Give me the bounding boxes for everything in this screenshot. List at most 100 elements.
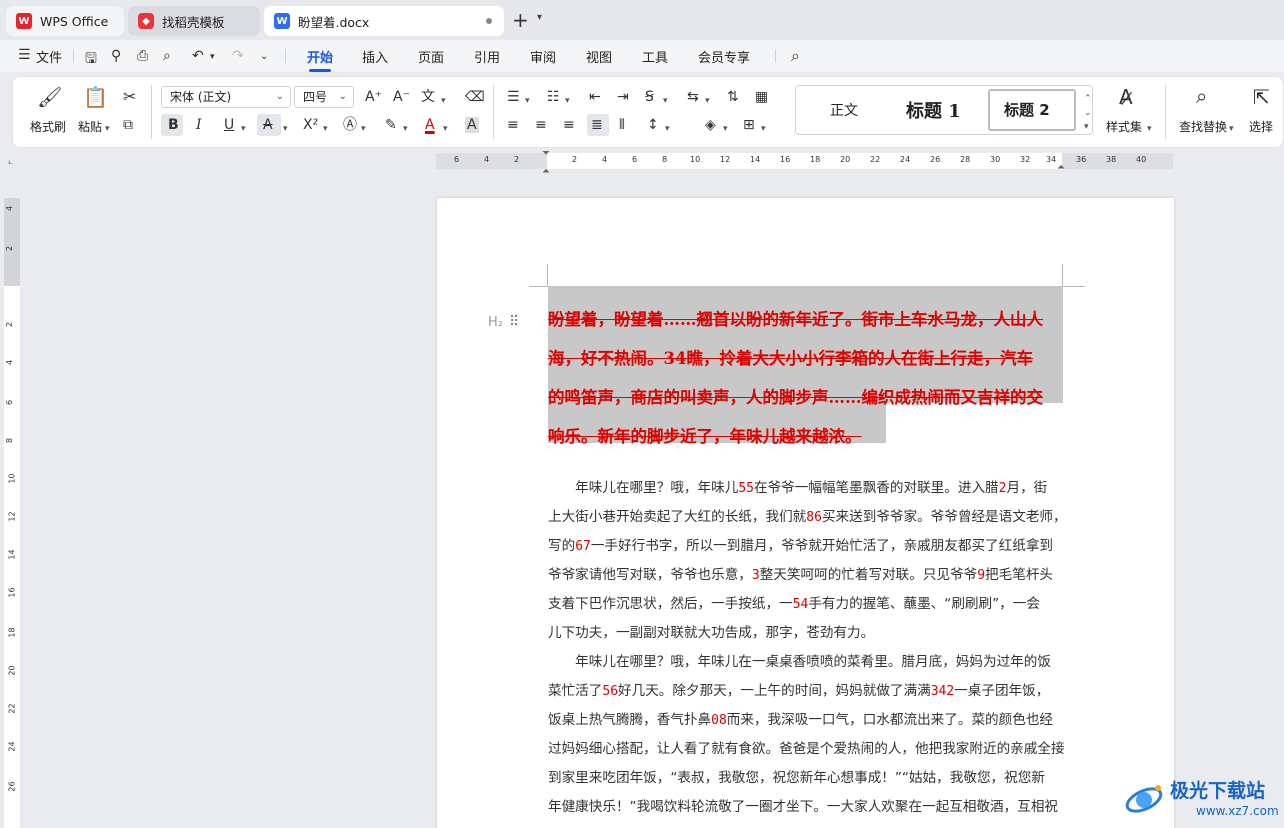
numbered-list-icon[interactable]: ☷ — [547, 89, 560, 105]
numbered-chevron-icon[interactable]: ▾ — [565, 93, 570, 109]
style-expand-icon[interactable]: ▾ — [1084, 119, 1089, 135]
save-icon[interactable]: 🖫 — [85, 48, 97, 72]
paste-chevron-icon[interactable]: ▾ — [105, 121, 110, 137]
highlight-chevron-icon[interactable]: ▾ — [403, 121, 408, 137]
more-chevron-icon[interactable]: ⌄ — [260, 51, 268, 62]
style-set-chevron-icon[interactable]: ▾ — [1147, 121, 1152, 137]
convert-icon[interactable]: ⇆ — [687, 89, 699, 105]
underline-button[interactable]: U — [224, 117, 234, 133]
shrink-font-icon[interactable]: A⁻ — [393, 89, 410, 105]
print-preview-icon[interactable]: ⌕ — [163, 48, 171, 64]
link-icon[interactable]: ⚲ — [111, 48, 121, 64]
align-center-icon[interactable]: ≡ — [535, 117, 547, 133]
wps-logo-icon: W — [16, 13, 32, 29]
undo-chevron-icon[interactable]: ▾ — [210, 52, 215, 62]
ruler-corner-icon[interactable]: ⌞ — [8, 156, 12, 166]
format-painter-button[interactable]: 格式刷 — [30, 118, 66, 135]
find-icon[interactable]: ⌕ — [1196, 84, 1207, 108]
left-indent-marker-icon[interactable]: ⏶ — [542, 166, 550, 177]
align-right-icon[interactable]: ≡ — [563, 117, 575, 133]
phonetic-icon[interactable]: 文 — [421, 89, 435, 105]
style-heading1[interactable]: 标题 1 — [906, 97, 961, 123]
paste-button[interactable]: 粘贴 — [78, 118, 102, 135]
menu-review[interactable]: 审阅 — [530, 47, 556, 66]
style-normal[interactable]: 正文 — [830, 100, 858, 120]
print-icon[interactable]: ⎙ — [137, 48, 148, 64]
text-run: 过妈妈细心搭配，让人看了就有食欲。爸爸是个爱热闹的人，他把我家附近的亲戚全接 — [548, 741, 1065, 757]
distribute-icon[interactable]: ⫴ — [619, 117, 625, 133]
menu-tools[interactable]: 工具 — [642, 47, 668, 66]
find-chevron-icon[interactable]: ▾ — [1229, 121, 1234, 137]
underline-chevron-icon[interactable]: ▾ — [241, 121, 246, 137]
redo-icon[interactable]: ↷ — [232, 48, 244, 64]
shading-icon[interactable]: ◈ — [705, 117, 716, 133]
style-set-button[interactable]: 样式集 — [1106, 118, 1142, 135]
line-spacing-chevron-icon[interactable]: ▾ — [665, 121, 670, 137]
font-color-icon[interactable]: A — [425, 117, 435, 133]
tab-document[interactable]: W 盼望着.docx — [264, 6, 504, 36]
font-color-chevron-icon[interactable]: ▾ — [443, 121, 448, 137]
undo-icon[interactable]: ↶ — [192, 48, 204, 64]
increase-indent-icon[interactable]: ⇥ — [617, 89, 629, 105]
paste-icon[interactable]: 📋 — [83, 85, 108, 109]
justify-icon[interactable]: ≣ — [591, 117, 603, 133]
menu-insert[interactable]: 插入 — [362, 47, 388, 66]
style-set-icon[interactable]: A̷ — [1119, 85, 1133, 109]
hamburger-icon[interactable]: ☰ — [18, 47, 31, 63]
sort-icon[interactable]: ⇅ — [727, 89, 739, 105]
select-button[interactable]: 选择 — [1249, 118, 1273, 135]
bullet-list-icon[interactable]: ☰ — [507, 89, 520, 105]
border-icon[interactable]: ⊞ — [743, 117, 755, 133]
border-chevron-icon[interactable]: ▾ — [761, 121, 766, 137]
copy-icon[interactable]: ⧉ — [123, 117, 133, 133]
first-line-indent-marker-icon[interactable]: ⏷ — [542, 148, 550, 159]
italic-button[interactable]: I — [196, 117, 202, 133]
document-page[interactable]: H₂ ⠿ 盼望着，盼望着……翘首以盼的新年近了。街市上车水马龙，人山人 海，好不… — [437, 198, 1174, 828]
superscript-button[interactable]: X² — [303, 117, 318, 133]
strikethrough-button[interactable]: A — [263, 117, 273, 133]
cut-icon[interactable]: ✂ — [123, 89, 136, 105]
menu-member[interactable]: 会员专享 — [698, 47, 750, 66]
menu-home[interactable]: 开始 — [307, 47, 333, 72]
tab-wps-office[interactable]: W WPS Office — [6, 6, 124, 36]
line-spacing-icon[interactable]: ↕ — [647, 117, 659, 133]
grow-font-icon[interactable]: A⁺ — [365, 89, 382, 105]
align-left-icon[interactable]: ≡ — [507, 117, 519, 133]
shading-chevron-icon[interactable]: ▾ — [723, 121, 728, 137]
text-direction-chevron-icon[interactable]: ▾ — [663, 93, 668, 109]
font-size-select[interactable]: 四号 ⌄ — [294, 86, 354, 108]
menu-view[interactable]: 视图 — [586, 47, 612, 66]
search-icon[interactable]: ⌕ — [791, 46, 800, 66]
convert-chevron-icon[interactable]: ▾ — [705, 93, 710, 109]
text-direction-icon[interactable]: Ꞩ — [645, 89, 654, 105]
strike-chevron-icon[interactable]: ▾ — [283, 121, 288, 137]
highlight-icon[interactable]: ✎ — [385, 117, 397, 133]
unsaved-dot-icon[interactable] — [486, 18, 492, 24]
find-replace-button[interactable]: 查找替换 — [1179, 118, 1227, 135]
phonetic-chevron-icon[interactable]: ▾ — [441, 93, 446, 109]
new-tab-button[interactable]: + — [512, 10, 529, 30]
style-heading2-selected[interactable]: 标题 2 — [988, 89, 1076, 131]
superscript-chevron-icon[interactable]: ▾ — [323, 121, 328, 137]
menu-references[interactable]: 引用 — [474, 47, 500, 66]
tab-list-chevron-icon[interactable]: ▾ — [537, 12, 542, 23]
select-cursor-icon[interactable]: ⇱ — [1253, 85, 1270, 109]
text-effect-icon[interactable]: Ⓐ — [343, 117, 357, 133]
ruler-tick-label: 40 — [1136, 155, 1147, 164]
drag-handle-icon[interactable]: ⠿ — [509, 314, 519, 330]
show-marks-icon[interactable]: ▦ — [755, 89, 768, 105]
bold-button[interactable]: B — [168, 117, 179, 133]
font-name-select[interactable]: 宋体 (正文) ⌄ — [161, 86, 291, 108]
menu-page[interactable]: 页面 — [418, 47, 444, 66]
vertical-ruler[interactable]: 4 2 2 4 6 8 10 12 14 16 18 20 22 24 26 — [4, 198, 20, 828]
ruler-tick-label: 12 — [7, 511, 17, 522]
menu-file[interactable]: 文件 — [36, 47, 62, 66]
text-effect-chevron-icon[interactable]: ▾ — [361, 121, 366, 137]
decrease-indent-icon[interactable]: ⇤ — [589, 89, 601, 105]
bullet-chevron-icon[interactable]: ▾ — [525, 93, 530, 109]
right-indent-marker-icon[interactable]: ⏶ — [1057, 162, 1065, 173]
tab-daoke-templates[interactable]: ◆ 找稻壳模板 — [128, 6, 260, 36]
char-shading-icon[interactable]: A — [465, 117, 479, 133]
clear-format-icon[interactable]: ⌫ — [465, 89, 485, 105]
format-painter-icon[interactable]: 🖌 — [37, 85, 62, 109]
